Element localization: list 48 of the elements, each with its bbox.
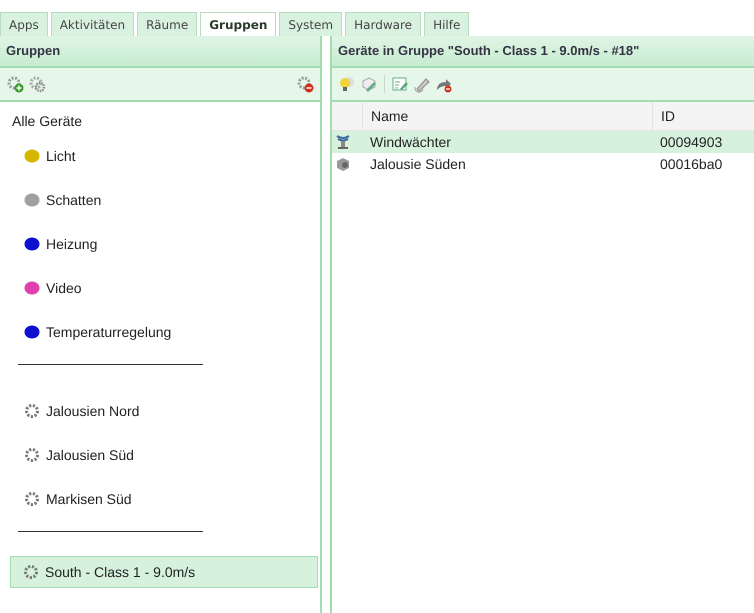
group-label: Markisen Süd [46, 491, 132, 507]
cube-pencil-icon[interactable] [360, 75, 378, 93]
group-item[interactable]: Markisen Süd [0, 477, 320, 521]
group-item[interactable]: Temperaturregelung [0, 310, 320, 354]
group-label: Licht [46, 148, 76, 164]
tab[interactable]: Aktivitäten [50, 12, 134, 36]
group-item[interactable]: Schatten [0, 178, 320, 222]
gear-icon [24, 447, 40, 463]
panel-title: Gruppen [0, 36, 320, 68]
tab[interactable]: Hardware [345, 12, 422, 36]
table-cell[interactable]: Jalousie Süden [362, 153, 652, 175]
group-label: South - Class 1 - 9.0m/s [45, 564, 196, 580]
group-label: Video [46, 280, 82, 296]
device-box-icon [334, 155, 352, 173]
gear-icon [24, 403, 40, 419]
column-header[interactable]: ID [652, 102, 754, 131]
tab[interactable]: Apps [0, 12, 48, 36]
tab[interactable]: Räume [137, 12, 198, 36]
edit-list-icon[interactable] [391, 75, 409, 93]
group-item[interactable]: South - Class 1 - 9.0m/s [10, 556, 318, 588]
group-label: Schatten [46, 192, 102, 208]
table-cell[interactable]: 00094903 [652, 131, 754, 153]
tab[interactable]: Gruppen [200, 12, 276, 36]
group-label: Jalousien Süd [46, 447, 134, 463]
tab[interactable]: System [279, 12, 342, 36]
add-gear-icon[interactable] [6, 75, 24, 93]
group-item[interactable]: Jalousien Nord [0, 389, 320, 433]
tab[interactable]: Hilfe [424, 12, 470, 36]
row-icon-cell[interactable] [332, 131, 362, 153]
group-item[interactable]: Alle Geräte [0, 108, 320, 134]
group-label: Temperaturregelung [46, 324, 172, 340]
column-header [332, 102, 362, 131]
sensor-icon [334, 133, 352, 151]
group-item[interactable]: Heizung [0, 222, 320, 266]
gear-icon [24, 491, 40, 507]
table-cell[interactable]: Windwächter [362, 131, 652, 153]
remove-gear-icon[interactable] [296, 75, 314, 93]
panel-title: Geräte in Gruppe "South - Class 1 - 9.0m/s - #18" [332, 36, 754, 68]
group-label: Heizung [46, 236, 98, 252]
table-cell[interactable]: 00016ba0 [652, 153, 754, 175]
lightbulb-icon[interactable] [338, 75, 356, 93]
gear-icon [23, 564, 39, 580]
group-item[interactable]: Video [0, 266, 320, 310]
group-item[interactable]: Jalousien Süd [0, 433, 320, 477]
column-header[interactable]: Name [362, 102, 652, 131]
group-item[interactable]: Licht [0, 134, 320, 178]
settings-icon[interactable] [28, 75, 46, 93]
group-label: Jalousien Nord [46, 403, 140, 419]
